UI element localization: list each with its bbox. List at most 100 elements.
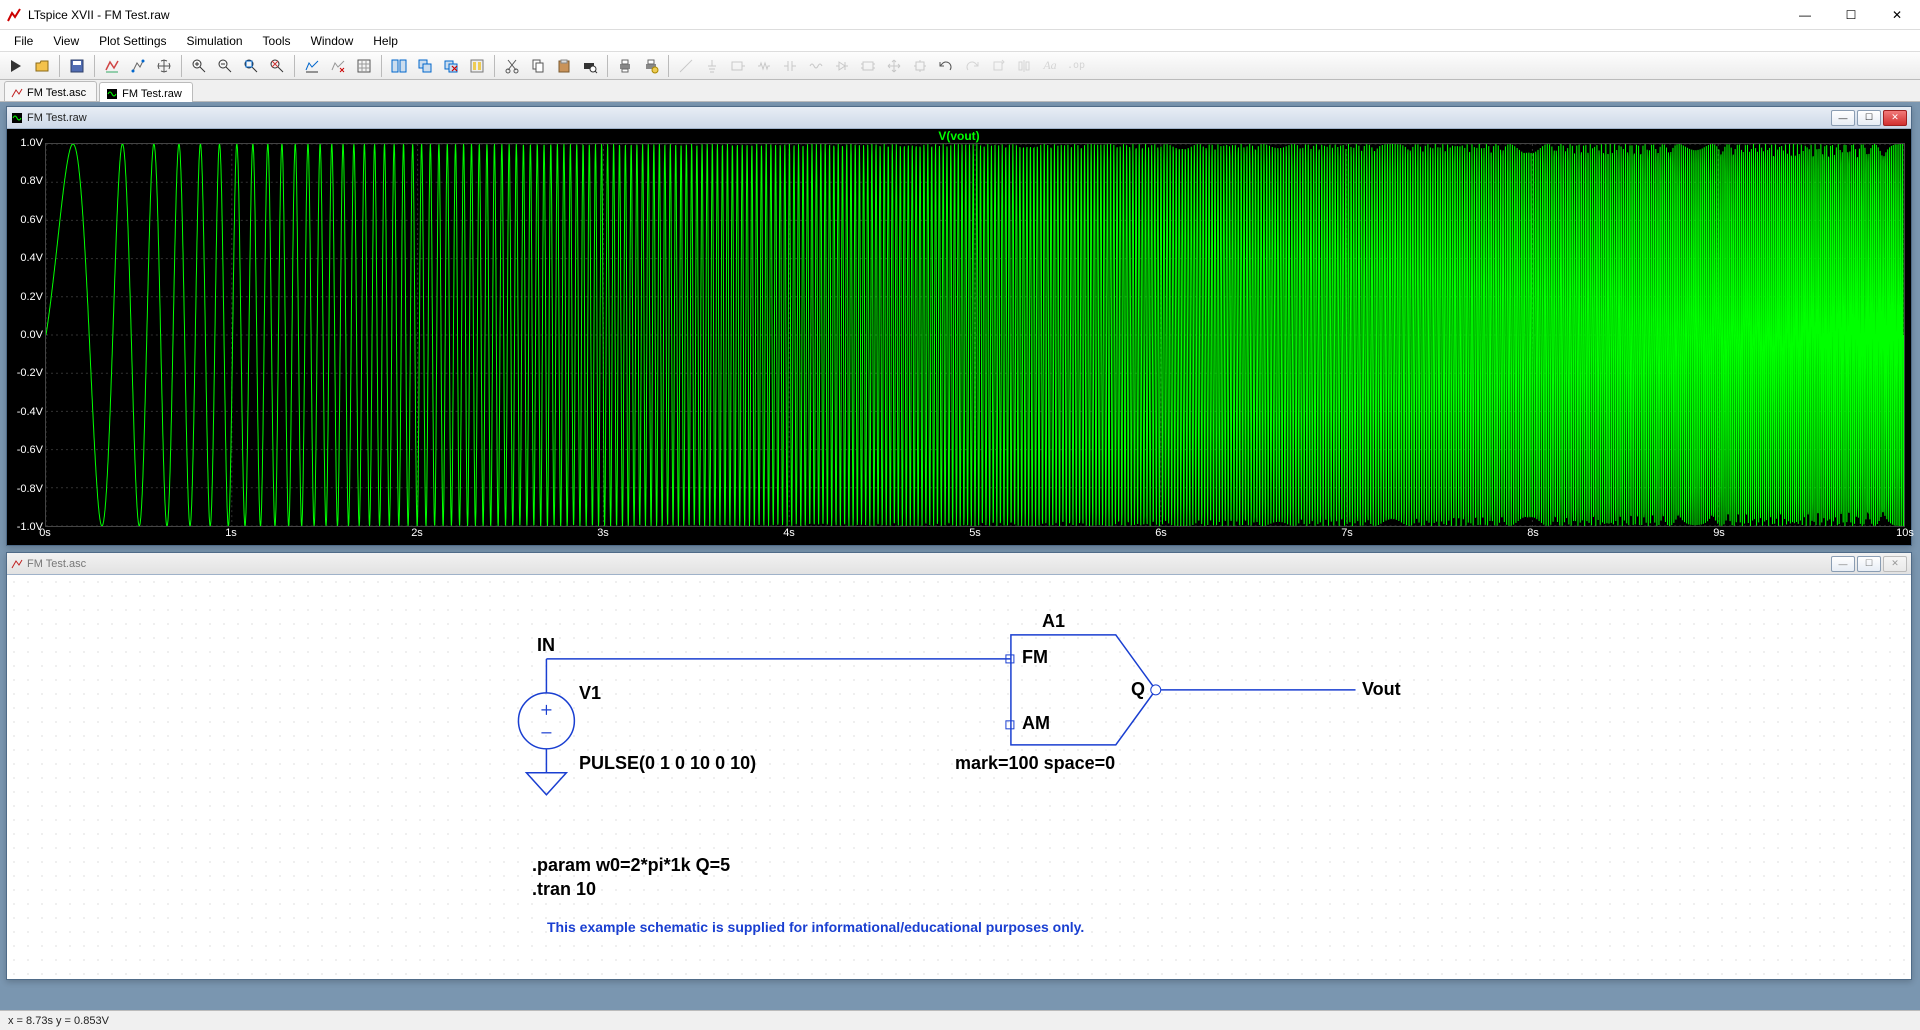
menu-plot-settings[interactable]: Plot Settings	[89, 32, 176, 50]
drag-button	[908, 54, 932, 78]
capacitor-button	[778, 54, 802, 78]
zoom-in-button[interactable]	[187, 54, 211, 78]
x-tick: 4s	[783, 527, 795, 539]
rotate-button	[986, 54, 1010, 78]
paste-button[interactable]	[552, 54, 576, 78]
y-tick: 0.6V	[20, 214, 43, 226]
y-axis[interactable]: 1.0V0.8V0.6V0.4V0.2V0.0V-0.2V-0.4V-0.6V-…	[7, 143, 45, 527]
pin-fm: FM	[1022, 647, 1048, 668]
inductor-button	[804, 54, 828, 78]
move-button	[882, 54, 906, 78]
print-setup-button[interactable]	[639, 54, 663, 78]
schematic-canvas[interactable]: IN V1 PULSE(0 1 0 10 0 10) A1 FM AM Q Vo…	[7, 575, 1911, 979]
x-axis[interactable]: 0s1s2s3s4s5s6s7s8s9s10s	[45, 527, 1905, 545]
autorange-button[interactable]	[126, 54, 150, 78]
app-icon	[6, 7, 22, 23]
zoom-out-button[interactable]	[213, 54, 237, 78]
run-button[interactable]	[4, 54, 28, 78]
value-pulse[interactable]: PULSE(0 1 0 10 0 10)	[579, 753, 756, 774]
pick-visible-traces-button[interactable]	[100, 54, 124, 78]
tab-label: FM Test.asc	[27, 87, 86, 99]
menu-help[interactable]: Help	[363, 32, 408, 50]
x-tick: 5s	[969, 527, 981, 539]
x-tick: 3s	[597, 527, 609, 539]
waveform-window[interactable]: FM Test.raw — ☐ ✕ V(vout) 1.0V0.8V0.6V0.…	[6, 106, 1912, 546]
close-button[interactable]: ✕	[1874, 0, 1920, 30]
copy-button[interactable]	[526, 54, 550, 78]
y-tick: -0.4V	[17, 406, 43, 418]
waveform-plot-area[interactable]: V(vout) 1.0V0.8V0.6V0.4V0.2V0.0V-0.2V-0.…	[7, 129, 1911, 545]
cursor-readout: x = 8.73s y = 0.853V	[8, 1015, 109, 1027]
schematic-title: FM Test.asc	[23, 558, 1829, 570]
window-titlebar: LTspice XVII - FM Test.raw — ☐ ✕	[0, 0, 1920, 30]
waveform-title: FM Test.raw	[23, 112, 1829, 124]
refdes-a1[interactable]: A1	[1042, 611, 1065, 632]
mdi-client-area: FM Test.raw — ☐ ✕ V(vout) 1.0V0.8V0.6V0.…	[0, 102, 1920, 1010]
menu-view[interactable]: View	[43, 32, 89, 50]
zoom-fit-button[interactable]	[239, 54, 263, 78]
open-button[interactable]	[30, 54, 54, 78]
menu-bar: File View Plot Settings Simulation Tools…	[0, 30, 1920, 52]
save-button[interactable]	[65, 54, 89, 78]
plot-canvas[interactable]	[45, 143, 1905, 527]
menu-window[interactable]: Window	[301, 32, 364, 50]
y-tick: -0.2V	[17, 367, 43, 379]
x-tick: 9s	[1713, 527, 1725, 539]
delete-trace-button[interactable]	[326, 54, 350, 78]
control-panel-button[interactable]	[465, 54, 489, 78]
x-tick: 8s	[1527, 527, 1539, 539]
net-label-in[interactable]: IN	[537, 635, 555, 656]
refdes-v1[interactable]: V1	[579, 683, 601, 704]
spice-directive-tran[interactable]: .tran 10	[532, 879, 596, 900]
child-maximize-button[interactable]: ☐	[1857, 110, 1881, 126]
ground-button	[700, 54, 724, 78]
status-bar: x = 8.73s y = 0.853V	[0, 1010, 1920, 1030]
waveform-titlebar[interactable]: FM Test.raw — ☐ ✕	[7, 107, 1911, 129]
find-button[interactable]	[578, 54, 602, 78]
component-button	[856, 54, 880, 78]
x-tick: 1s	[225, 527, 237, 539]
toggle-grid-button[interactable]	[352, 54, 376, 78]
child-minimize-button[interactable]: —	[1831, 556, 1855, 572]
spice-directive-button: .op	[1064, 54, 1088, 78]
waveform-file-icon	[11, 112, 23, 124]
tab-fm-test-raw[interactable]: FM Test.raw	[99, 82, 193, 102]
menu-tools[interactable]: Tools	[253, 32, 301, 50]
redo-button	[960, 54, 984, 78]
mirror-button	[1012, 54, 1036, 78]
cut-button[interactable]	[500, 54, 524, 78]
cascade-windows-button[interactable]	[413, 54, 437, 78]
menu-file[interactable]: File	[4, 32, 43, 50]
document-tabstrip: FM Test.asc FM Test.raw	[0, 80, 1920, 102]
tile-windows-button[interactable]	[387, 54, 411, 78]
close-all-button[interactable]	[439, 54, 463, 78]
spice-directive-param[interactable]: .param w0=2*pi*1k Q=5	[532, 855, 730, 876]
add-trace-button[interactable]	[300, 54, 324, 78]
child-close-button[interactable]: ✕	[1883, 110, 1907, 126]
x-tick: 7s	[1341, 527, 1353, 539]
text-button: Aa	[1038, 54, 1062, 78]
maximize-button[interactable]: ☐	[1828, 0, 1874, 30]
menu-simulation[interactable]: Simulation	[177, 32, 253, 50]
schematic-comment[interactable]: This example schematic is supplied for i…	[547, 919, 1084, 935]
toolbar: Aa .op	[0, 52, 1920, 80]
child-minimize-button[interactable]: —	[1831, 110, 1855, 126]
pan-button[interactable]	[152, 54, 176, 78]
minimize-button[interactable]: —	[1782, 0, 1828, 30]
zoom-back-button[interactable]	[265, 54, 289, 78]
schematic-titlebar[interactable]: FM Test.asc — ☐ ✕	[7, 553, 1911, 575]
child-maximize-button[interactable]: ☐	[1857, 556, 1881, 572]
trace-label[interactable]: V(vout)	[7, 129, 1911, 143]
net-label-vout[interactable]: Vout	[1362, 679, 1401, 700]
undo-button[interactable]	[934, 54, 958, 78]
y-tick: 0.0V	[20, 329, 43, 341]
window-title: LTspice XVII - FM Test.raw	[28, 8, 1782, 22]
diode-button	[830, 54, 854, 78]
component-params[interactable]: mark=100 space=0	[955, 753, 1115, 774]
child-close-button[interactable]: ✕	[1883, 556, 1907, 572]
print-button[interactable]	[613, 54, 637, 78]
pin-q: Q	[1131, 679, 1145, 700]
x-tick: 10s	[1896, 527, 1914, 539]
tab-fm-test-asc[interactable]: FM Test.asc	[4, 81, 97, 101]
schematic-window[interactable]: FM Test.asc — ☐ ✕	[6, 552, 1912, 980]
